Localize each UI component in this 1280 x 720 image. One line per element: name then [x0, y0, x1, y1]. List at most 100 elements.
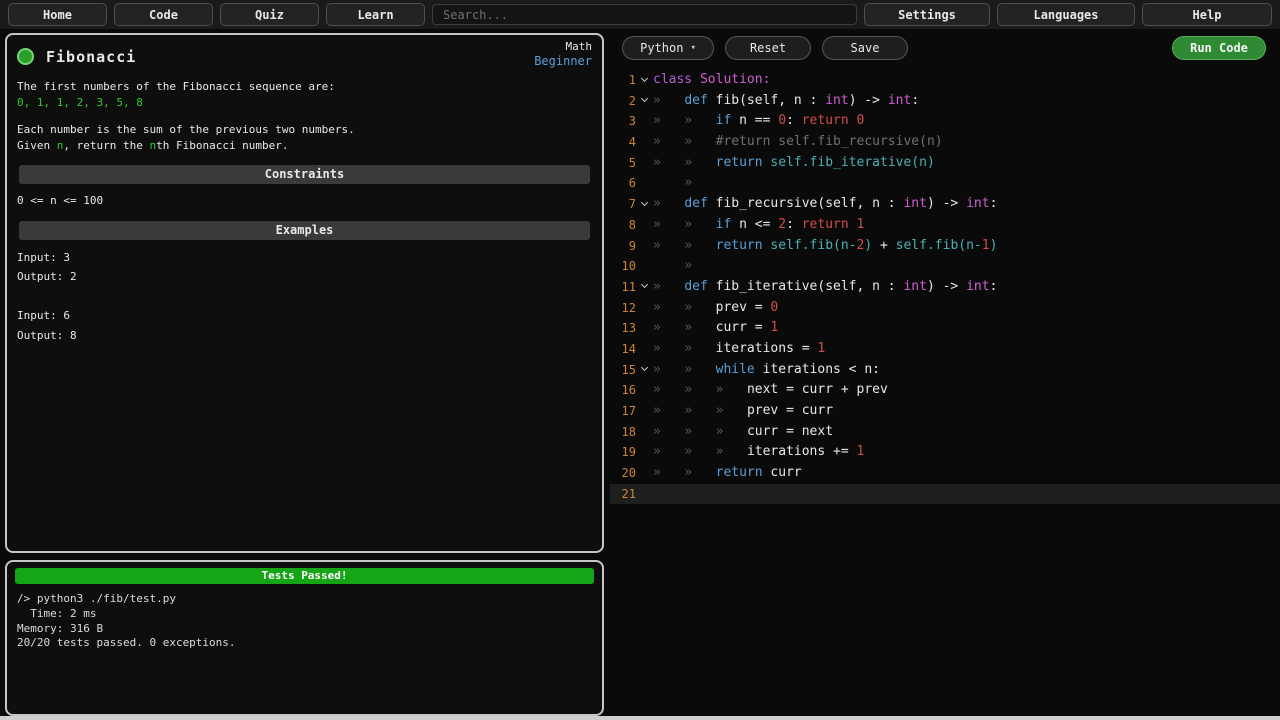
code-token: :: [990, 279, 998, 294]
code-line-20[interactable]: 20 » » return curr: [610, 463, 1280, 484]
nav-tab-settings[interactable]: Settings: [864, 3, 990, 26]
code-token: »: [684, 444, 715, 459]
code-line-3[interactable]: 3» » if n == 0: return 0: [610, 111, 1280, 132]
code-line-4[interactable]: 4» » #return self.fib_recursive(n): [610, 132, 1280, 153]
code-line-19[interactable]: 19» » » iterations += 1: [610, 442, 1280, 463]
reset-button[interactable]: Reset: [725, 36, 811, 60]
code-text: » » if n == 0: return 0: [653, 111, 864, 132]
description-line: Each number is the sum of the previous t…: [17, 122, 592, 138]
fold-spacer: [636, 256, 653, 277]
code-token: :: [990, 196, 998, 211]
line-number: 10: [610, 256, 636, 277]
code-text: » » » prev = curr: [653, 401, 833, 422]
code-line-10[interactable]: 10 »: [610, 256, 1280, 277]
code-line-8[interactable]: 8» » if n <= 2: return 1: [610, 215, 1280, 236]
code-line-15[interactable]: 15» » while iterations < n:: [610, 360, 1280, 381]
code-line-11[interactable]: 11 » def fib_iterative(self, n : int) -> …: [610, 277, 1280, 298]
code-text: » » return curr: [653, 463, 802, 484]
fold-toggle[interactable]: [636, 194, 653, 215]
chevron-down-icon: [641, 281, 648, 288]
nav-tab-languages[interactable]: Languages: [997, 3, 1135, 26]
save-button[interactable]: Save: [822, 36, 908, 60]
code-text: » » return self.fib_iterative(n): [653, 153, 935, 174]
line-number: 4: [610, 132, 636, 153]
code-line-12[interactable]: 12» » prev = 0: [610, 298, 1280, 319]
example-line: Output: 8: [17, 326, 592, 346]
line-number: 16: [610, 380, 636, 401]
code-token: fib(self, n :: [716, 93, 826, 108]
chevron-down-icon: [641, 364, 648, 371]
description-line: Given n, return the nth Fibonacci number…: [17, 138, 592, 154]
line-number: 12: [610, 298, 636, 319]
nav-tab-learn[interactable]: Learn: [326, 3, 425, 26]
fold-toggle[interactable]: [636, 360, 653, 381]
nav-tab-help[interactable]: Help: [1142, 3, 1272, 26]
code-text: » » iterations = 1: [653, 339, 825, 360]
problem-description: The first numbers of the Fibonacci seque…: [17, 79, 592, 153]
code-line-7[interactable]: 7» def fib_recursive(self, n : int) -> i…: [610, 194, 1280, 215]
code-token: if: [716, 113, 739, 128]
nav-tab-quiz[interactable]: Quiz: [220, 3, 319, 26]
language-select[interactable]: Python ▾: [622, 36, 714, 60]
code-token: curr =: [716, 320, 771, 335]
chevron-down-icon: [641, 95, 648, 102]
language-select-value: Python: [640, 41, 683, 55]
code-line-21[interactable]: 21: [610, 484, 1280, 505]
code-token: »: [684, 382, 715, 397]
example-line: Input: 6: [17, 306, 592, 326]
tests-output: /> python3 ./fib/test.py Time: 2 msMemor…: [7, 588, 602, 655]
code-text: » » » next = curr + prev: [653, 380, 888, 401]
code-token: »: [653, 300, 684, 315]
example-line: Input: 3: [17, 248, 592, 268]
fold-toggle[interactable]: [636, 70, 653, 91]
line-number: 8: [610, 215, 636, 236]
code-area[interactable]: 1class Solution:2» def fib(self, n : int…: [610, 70, 1280, 504]
code-text: » def fib(self, n : int) -> int:: [653, 91, 919, 112]
line-number: 17: [610, 401, 636, 422]
code-token: return: [716, 155, 771, 170]
fold-toggle[interactable]: [636, 91, 653, 112]
code-token: int: [903, 279, 926, 294]
code-line-1[interactable]: 1class Solution:: [610, 70, 1280, 91]
code-token: »: [653, 362, 684, 377]
code-token: int: [903, 196, 926, 211]
code-token: »: [653, 113, 684, 128]
code-line-9[interactable]: 9» » return self.fib(n-2) + self.fib(n-1…: [610, 236, 1280, 257]
chevron-down-icon: ▾: [690, 43, 695, 53]
code-token: 1: [857, 444, 865, 459]
code-token: »: [684, 175, 692, 190]
line-number: 11: [610, 277, 636, 298]
code-token: #return self.fib_recursive(n): [716, 134, 943, 149]
code-token: int: [888, 93, 911, 108]
code-line-2[interactable]: 2» def fib(self, n : int) -> int:: [610, 91, 1280, 112]
problem-body: The first numbers of the Fibonacci seque…: [7, 71, 602, 345]
code-token: next = curr + prev: [747, 382, 888, 397]
editor-toolbar: Python ▾ Reset Save Run Code: [610, 33, 1280, 61]
run-code-button[interactable]: Run Code: [1172, 36, 1266, 60]
code-token: class: [653, 72, 700, 87]
nav-right-group: Settings Languages Help: [864, 3, 1272, 26]
code-token: def: [684, 196, 715, 211]
code-line-16[interactable]: 16 » » » next = curr + prev: [610, 380, 1280, 401]
code-text: » def fib_iterative(self, n : int) -> in…: [653, 277, 997, 298]
code-token: »: [716, 444, 747, 459]
nav-tab-home[interactable]: Home: [8, 3, 107, 26]
code-text: » » return self.fib(n-2) + self.fib(n-1): [653, 236, 997, 257]
code-line-6[interactable]: 6 »: [610, 173, 1280, 194]
code-line-17[interactable]: 17 » » » prev = curr: [610, 401, 1280, 422]
line-number: 19: [610, 442, 636, 463]
line-number: 20: [610, 463, 636, 484]
code-token: fib_iterative(self, n :: [716, 279, 904, 294]
code-token: »: [653, 382, 684, 397]
code-token: iterations =: [716, 341, 818, 356]
code-line-14[interactable]: 14» » iterations = 1: [610, 339, 1280, 360]
status-circle-icon: [17, 48, 34, 65]
nav-tab-code[interactable]: Code: [114, 3, 213, 26]
code-line-13[interactable]: 13» » curr = 1: [610, 318, 1280, 339]
code-token: 1: [817, 341, 825, 356]
line-number: 18: [610, 422, 636, 443]
code-line-5[interactable]: 5» » return self.fib_iterative(n): [610, 153, 1280, 174]
fold-toggle[interactable]: [636, 277, 653, 298]
search-input[interactable]: [432, 4, 857, 25]
code-line-18[interactable]: 18» » » curr = next: [610, 422, 1280, 443]
